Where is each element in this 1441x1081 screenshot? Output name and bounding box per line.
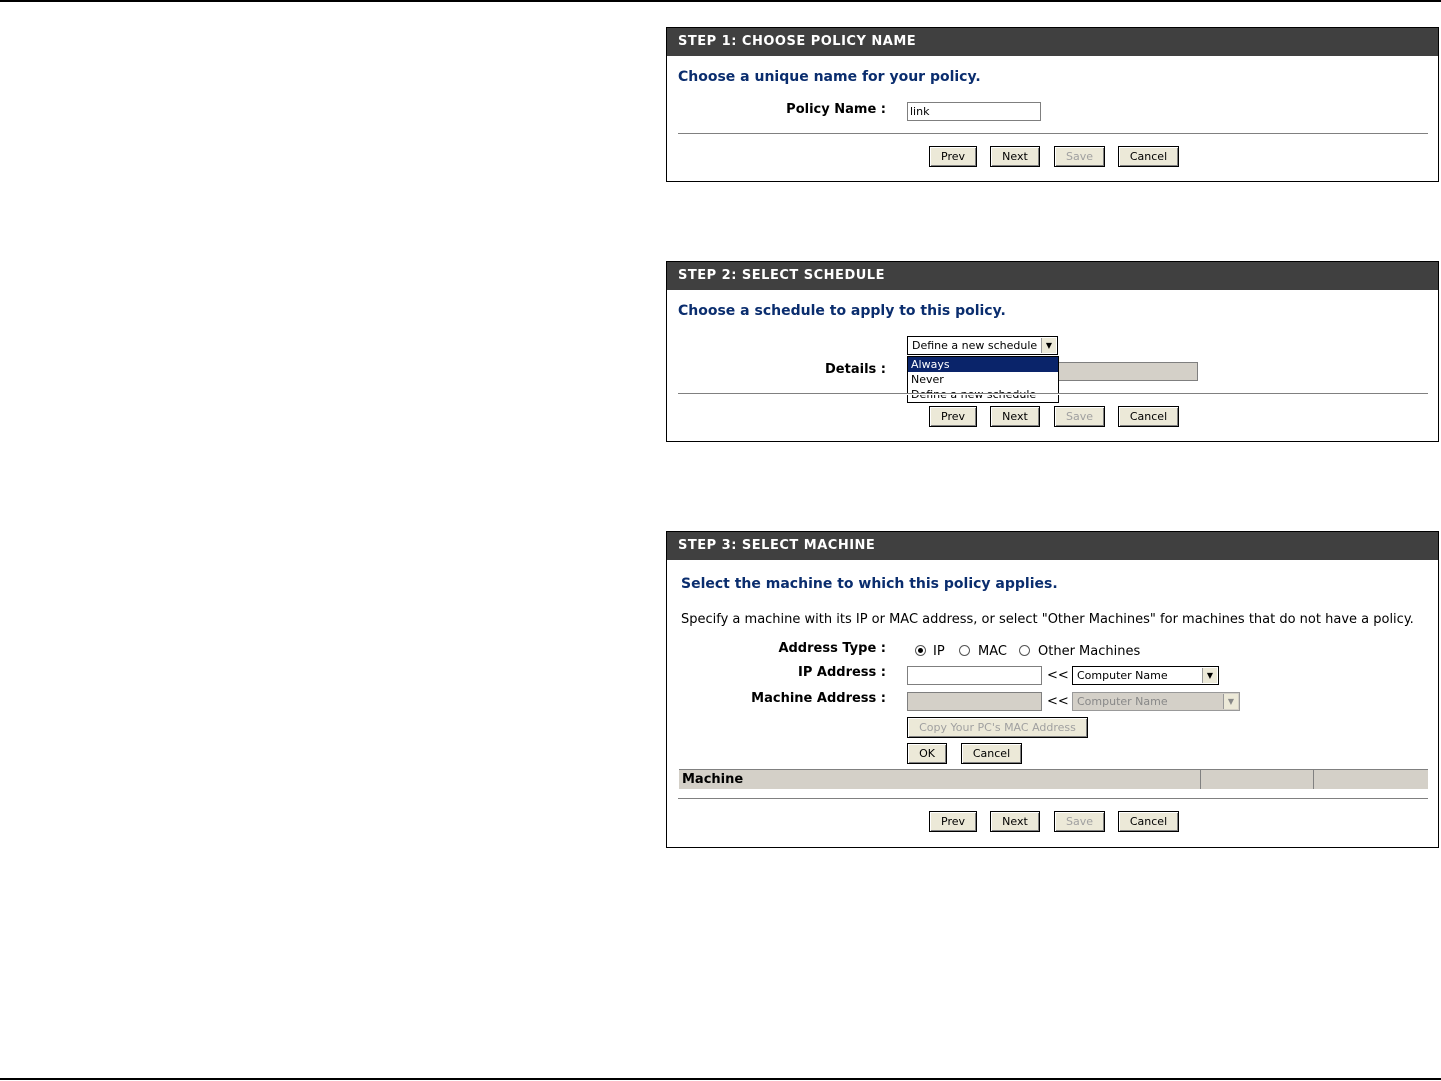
ok-button[interactable]: OK	[907, 743, 947, 764]
step1-save-button[interactable]: Save	[1054, 146, 1105, 167]
step1-panel: STEP 1: CHOOSE POLICY NAME Choose a uniq…	[666, 27, 1439, 182]
schedule-option-always[interactable]: Always	[908, 357, 1058, 372]
step1-prev-button[interactable]: Prev	[929, 146, 977, 167]
step2-save-button[interactable]: Save	[1054, 406, 1105, 427]
machine-table-header: Machine	[679, 769, 1428, 790]
mac-arrow-text: <<	[1047, 694, 1069, 709]
step3-description: Specify a machine with its IP or MAC add…	[681, 612, 1414, 627]
step2-next-button[interactable]: Next	[990, 406, 1040, 427]
step3-heading: Select the machine to which this policy …	[681, 576, 1058, 592]
step3-save-button[interactable]: Save	[1054, 811, 1105, 832]
ip-arrow-text: <<	[1047, 668, 1069, 683]
step2-header: STEP 2: SELECT SCHEDULE	[667, 262, 1438, 290]
step2-divider	[678, 393, 1428, 395]
mac-computer-name-value: Computer Name	[1077, 695, 1168, 708]
copy-mac-address-button: Copy Your PC's MAC Address	[907, 717, 1088, 738]
radio-dot	[918, 648, 923, 653]
ip-computer-name-select[interactable]: Computer Name ▼	[1072, 666, 1219, 685]
policy-name-input[interactable]: link	[907, 102, 1041, 121]
machine-column-3	[1314, 770, 1428, 789]
machine-column-2	[1201, 770, 1314, 789]
machine-address-input	[907, 692, 1042, 711]
schedule-option-never[interactable]: Never	[908, 372, 1058, 387]
policy-name-label: Policy Name :	[786, 102, 886, 117]
step3-next-button[interactable]: Next	[990, 811, 1040, 832]
machine-address-label: Machine Address :	[751, 691, 886, 706]
step3-header: STEP 3: SELECT MACHINE	[667, 532, 1438, 560]
schedule-select-value: Define a new schedule	[912, 339, 1038, 352]
machine-column-header: Machine	[679, 770, 1201, 789]
step1-divider	[678, 133, 1428, 135]
step3-cancel-button[interactable]: Cancel	[1118, 811, 1179, 832]
details-label: Details :	[825, 362, 886, 377]
address-type-other-radio[interactable]	[1019, 645, 1030, 656]
ip-address-input[interactable]	[907, 666, 1042, 685]
step2-panel: STEP 2: SELECT SCHEDULE Choose a schedul…	[666, 261, 1439, 442]
step1-heading: Choose a unique name for your policy.	[678, 69, 981, 85]
chevron-down-icon: ▼	[1223, 694, 1238, 709]
chevron-down-icon[interactable]: ▼	[1202, 668, 1217, 683]
schedule-select[interactable]: Define a new schedule ▼	[907, 336, 1058, 355]
step3-prev-button[interactable]: Prev	[929, 811, 977, 832]
schedule-dropdown-list[interactable]: Always Never Define a new schedule	[907, 356, 1059, 403]
step1-cancel-button[interactable]: Cancel	[1118, 146, 1179, 167]
ip-computer-name-value: Computer Name	[1077, 669, 1168, 682]
details-field	[1057, 362, 1198, 381]
address-type-ip-radio[interactable]	[915, 645, 926, 656]
mac-computer-name-select: Computer Name ▼	[1072, 692, 1240, 711]
step1-next-button[interactable]: Next	[990, 146, 1040, 167]
address-type-ip-label: IP	[933, 644, 945, 659]
chevron-down-icon[interactable]: ▼	[1041, 338, 1056, 353]
top-rule	[0, 0, 1441, 2]
step3-panel: STEP 3: SELECT MACHINE Select the machin…	[666, 531, 1439, 848]
address-type-label: Address Type :	[778, 641, 886, 656]
step1-header: STEP 1: CHOOSE POLICY NAME	[667, 28, 1438, 56]
address-type-mac-label: MAC	[978, 644, 1007, 659]
address-type-other-label: Other Machines	[1038, 644, 1141, 659]
step2-cancel-button[interactable]: Cancel	[1118, 406, 1179, 427]
bottom-rule	[0, 1078, 1441, 1080]
ip-address-label: IP Address :	[798, 665, 886, 680]
step2-heading: Choose a schedule to apply to this polic…	[678, 303, 1006, 319]
step2-prev-button[interactable]: Prev	[929, 406, 977, 427]
address-type-mac-radio[interactable]	[959, 645, 970, 656]
step3-divider	[678, 798, 1428, 800]
machine-cancel-button[interactable]: Cancel	[961, 743, 1022, 764]
